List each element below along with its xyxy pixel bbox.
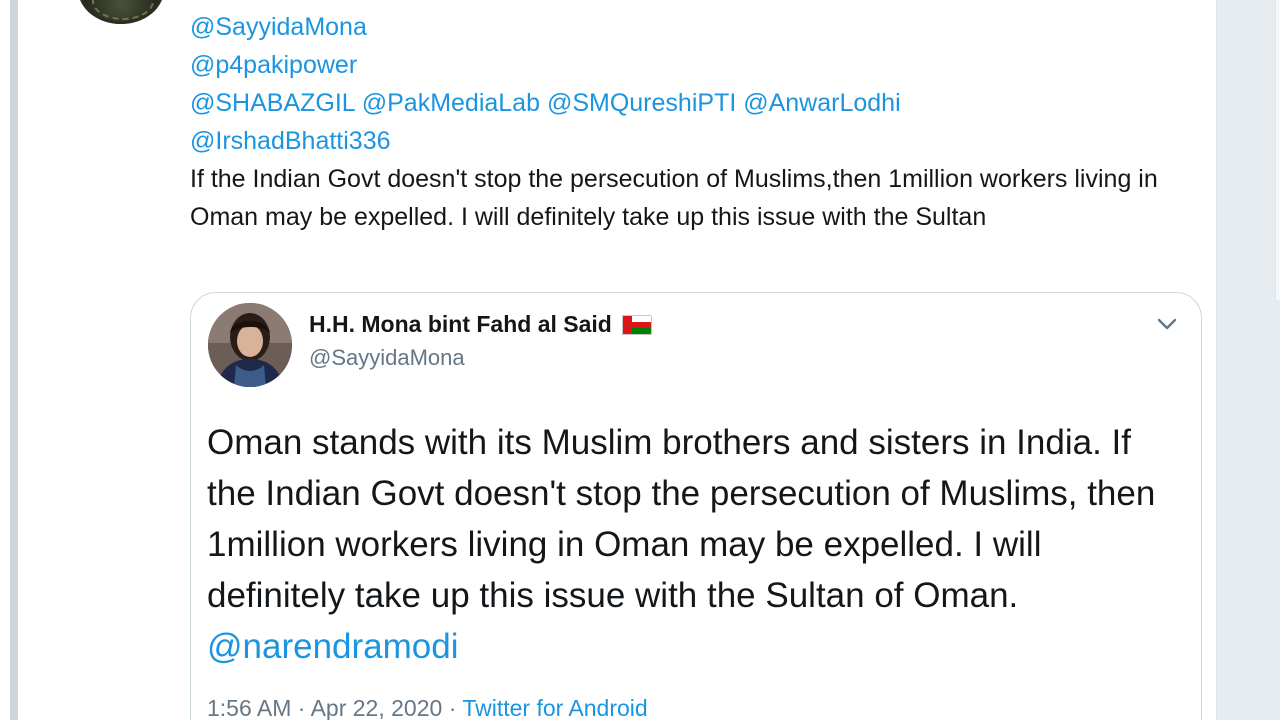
mention-link[interactable]: @SMQureshiPTI xyxy=(547,89,736,117)
tweet-text: If the Indian Govt doesn't stop the pers… xyxy=(190,165,1158,231)
mention-link[interactable]: @p4pakipower xyxy=(190,51,357,79)
meta-separator: · xyxy=(297,695,306,720)
twitter-page: @SayyidaMona @p4pakipower @SHABAZGIL @Pa… xyxy=(0,0,1280,720)
mention-link[interactable]: @PakMediaLab xyxy=(362,89,540,117)
mention-link[interactable]: @AnwarLodhi xyxy=(743,89,900,117)
left-gutter xyxy=(0,0,20,720)
tweet-source-link[interactable]: Twitter for Android xyxy=(462,695,647,720)
tweet-body: @SayyidaMona @p4pakipower @SHABAZGIL @Pa… xyxy=(190,8,1190,236)
quoted-author-name-text: H.H. Mona bint Fahd al Said xyxy=(309,311,612,337)
right-sidebar xyxy=(1217,0,1280,720)
mentions-line-1: @SayyidaMona xyxy=(190,8,1190,46)
tweet-date[interactable]: Apr 22, 2020 xyxy=(311,695,443,720)
mentions-line-4: @IrshadBhatti336 xyxy=(190,122,1190,160)
chevron-down-icon[interactable] xyxy=(1156,313,1178,335)
mentions-line-2: @p4pakipower xyxy=(190,46,1190,84)
author-avatar[interactable] xyxy=(78,0,164,24)
quoted-author-avatar[interactable] xyxy=(208,303,292,387)
mention-link[interactable]: @narendramodi xyxy=(207,627,459,666)
mention-link[interactable]: @IrshadBhatti336 xyxy=(190,127,391,155)
mentions-line-3: @SHABAZGIL @PakMediaLab @SMQureshiPTI @A… xyxy=(190,84,1190,122)
oman-flag-icon xyxy=(621,314,652,335)
avatar-emblem xyxy=(92,0,154,20)
mention-link[interactable]: @SHABAZGIL xyxy=(190,89,355,117)
timeline-column: @SayyidaMona @p4pakipower @SHABAZGIL @Pa… xyxy=(20,0,1217,720)
tweet-time[interactable]: 1:56 AM xyxy=(207,695,291,720)
quoted-tweet-text: Oman stands with its Muslim brothers and… xyxy=(207,417,1187,672)
quoted-author-handle[interactable]: @SayyidaMona xyxy=(309,345,465,371)
meta-separator: · xyxy=(448,695,457,720)
quoted-tweet-meta: 1:56 AM · Apr 22, 2020 · Twitter for And… xyxy=(207,695,648,720)
mention-link[interactable]: @SayyidaMona xyxy=(190,13,367,41)
scrollbar-track[interactable] xyxy=(10,0,18,720)
sidebar-card-edge xyxy=(1275,0,1280,300)
quoted-author-name[interactable]: H.H. Mona bint Fahd al Said xyxy=(309,311,652,338)
quoted-tweet-card[interactable]: H.H. Mona bint Fahd al Said @SayyidaMona… xyxy=(190,292,1202,720)
quoted-tweet-body: Oman stands with its Muslim brothers and… xyxy=(207,423,1156,615)
